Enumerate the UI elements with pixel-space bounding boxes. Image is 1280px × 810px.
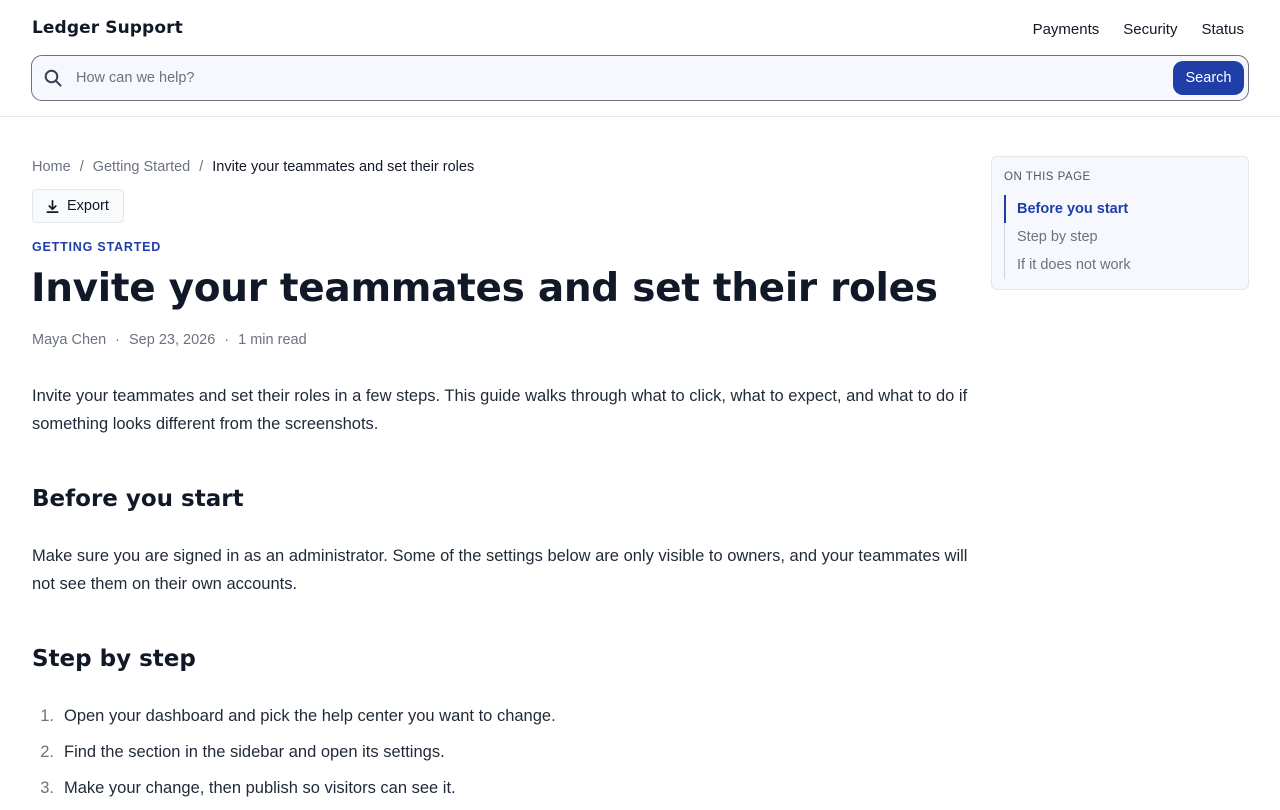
step-text: Open your dashboard and pick the help ce… bbox=[64, 707, 556, 725]
step-text: Find the section in the sidebar and open… bbox=[64, 743, 445, 761]
list-item: 2. Find the section in the sidebar and o… bbox=[32, 738, 556, 774]
step-text: Make your change, then publish so visito… bbox=[64, 779, 456, 797]
article-intro: Invite your teammates and set their role… bbox=[32, 387, 968, 433]
section-heading-step-by-step: Step by step bbox=[32, 646, 196, 672]
list-item: 3. Make your change, then publish so vis… bbox=[32, 774, 556, 810]
step-number: 1. bbox=[40, 707, 54, 725]
export-button[interactable]: Export bbox=[32, 189, 124, 223]
top-nav: Payments Security Status bbox=[1033, 20, 1244, 40]
breadcrumb-separator: / bbox=[199, 159, 204, 175]
section-heading-before-you-start: Before you start bbox=[32, 486, 244, 512]
article-date: Sep 23, 2026 bbox=[129, 332, 216, 348]
article-category[interactable]: GETTING STARTED bbox=[32, 240, 161, 254]
breadcrumb-current: Invite your teammates and set their role… bbox=[212, 159, 475, 175]
article-author: Maya Chen bbox=[32, 332, 107, 348]
breadcrumb-home[interactable]: Home bbox=[32, 158, 71, 176]
toc-item-before-you-start[interactable]: Before you start bbox=[1004, 195, 1234, 223]
meta-separator: · bbox=[115, 332, 120, 348]
step-number: 2. bbox=[40, 743, 54, 761]
list-item: 1. Open your dashboard and pick the help… bbox=[32, 702, 556, 738]
page-title: Invite your teammates and set their role… bbox=[31, 266, 938, 311]
steps-list: 1. Open your dashboard and pick the help… bbox=[32, 702, 556, 810]
article-meta: Maya Chen · Sep 23, 2026 · 1 min read bbox=[32, 332, 307, 348]
search-icon bbox=[43, 68, 63, 88]
search-input[interactable] bbox=[76, 66, 1156, 90]
breadcrumb: Home / Getting Started / Invite your tea… bbox=[32, 158, 474, 176]
breadcrumb-section[interactable]: Getting Started bbox=[93, 158, 191, 176]
site-header: Ledger Support Payments Security Status … bbox=[0, 0, 1280, 117]
step-number: 3. bbox=[40, 779, 54, 797]
export-label: Export bbox=[67, 198, 109, 214]
nav-link-security[interactable]: Security bbox=[1123, 20, 1177, 40]
nav-link-status[interactable]: Status bbox=[1201, 20, 1244, 40]
article-read-time: 1 min read bbox=[238, 332, 307, 348]
meta-separator: · bbox=[224, 332, 230, 348]
search-button[interactable]: Search bbox=[1173, 61, 1244, 95]
table-of-contents: ON THIS PAGE Before you start Step by st… bbox=[991, 156, 1249, 290]
toc-item-step-by-step[interactable]: Step by step bbox=[1004, 223, 1234, 251]
section-body-before-you-start: Make sure you are signed in as an admini… bbox=[32, 547, 968, 593]
toc-item-if-it-does-not-work[interactable]: If it does not work bbox=[1004, 251, 1234, 279]
nav-link-payments[interactable]: Payments bbox=[1033, 20, 1100, 40]
download-icon bbox=[45, 199, 60, 214]
site-brand[interactable]: Ledger Support bbox=[32, 18, 183, 38]
toc-heading: ON THIS PAGE bbox=[1004, 171, 1091, 183]
breadcrumb-separator: / bbox=[79, 159, 84, 175]
search-bar: Search bbox=[31, 55, 1249, 101]
toc-list: Before you start Step by step If it does… bbox=[1004, 195, 1234, 279]
